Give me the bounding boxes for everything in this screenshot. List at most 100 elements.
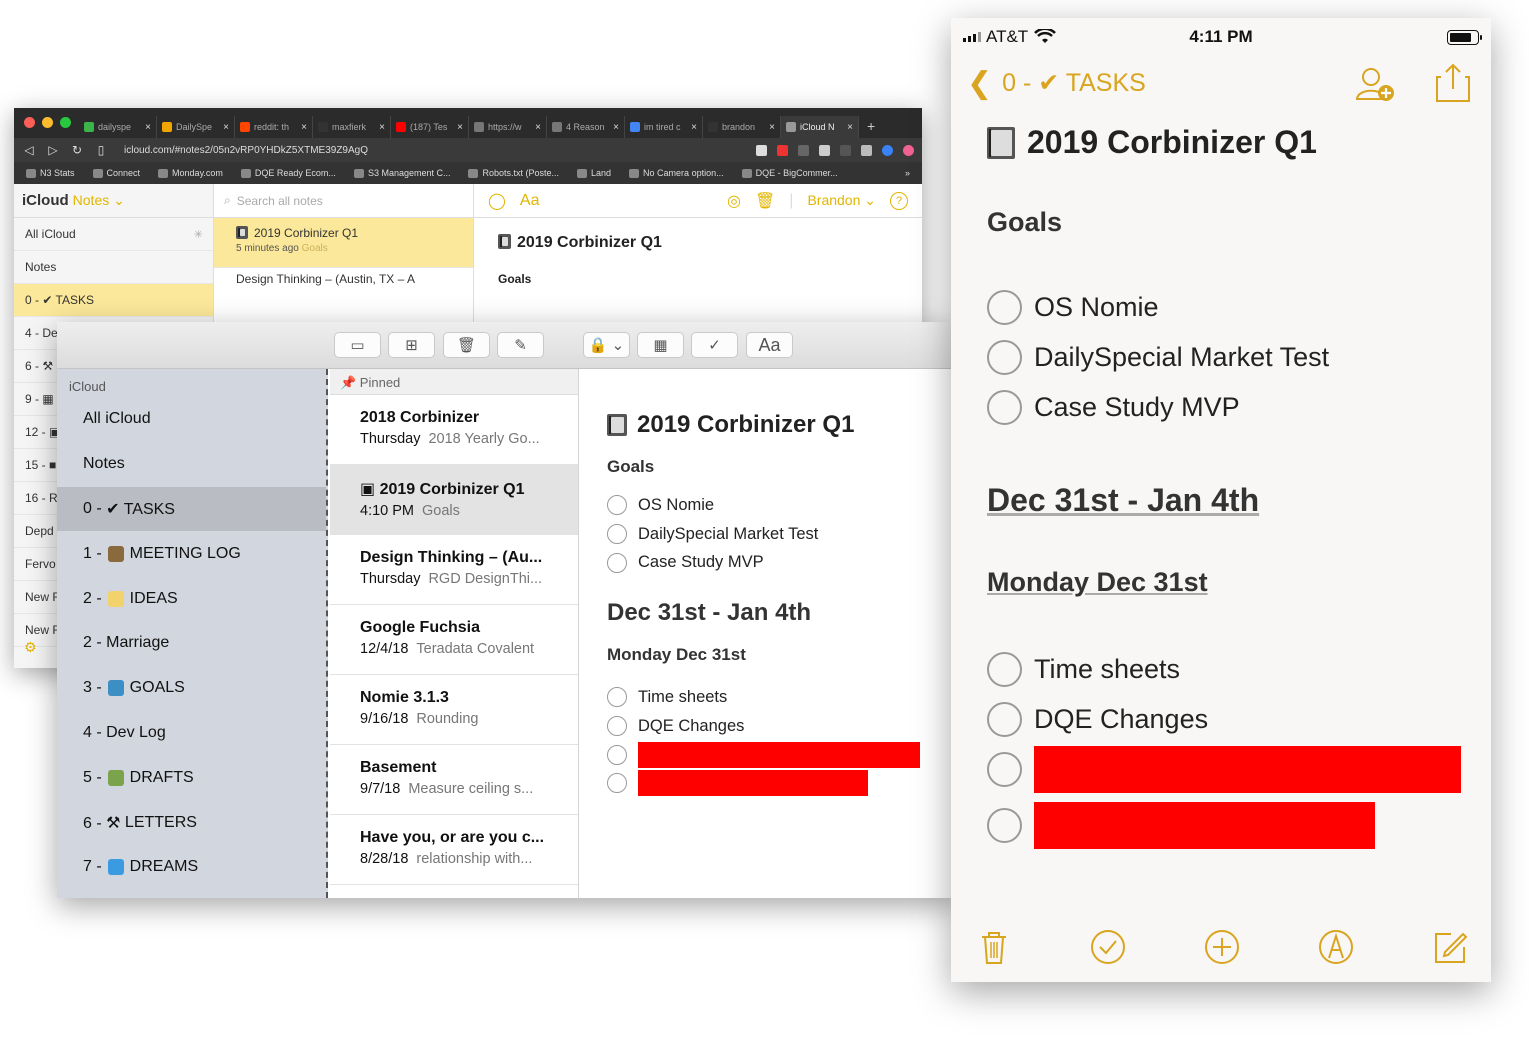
browser-tab[interactable]: maxfierk × <box>313 116 391 138</box>
forward-arrow-icon[interactable]: ▷ <box>46 143 60 157</box>
extension-icon[interactable] <box>798 144 809 156</box>
note-list-item[interactable]: ▣ 2019 Corbinizer Q1 4:10 PM Goals <box>330 465 578 535</box>
icloud-document[interactable]: 2019 Corbinizer Q1 Goals <box>474 218 922 302</box>
checklist-button[interactable]: ✓ <box>691 332 738 358</box>
checkbox-circle[interactable] <box>987 807 1022 843</box>
new-tab-button[interactable]: + <box>859 118 875 138</box>
gallery-view-button[interactable]: ⊞ <box>388 332 435 358</box>
checkbox-circle[interactable] <box>607 524 627 545</box>
format-button[interactable]: Aa <box>746 332 793 358</box>
chevron-icon[interactable] <box>861 144 872 156</box>
checkbox-circle[interactable] <box>607 552 627 573</box>
search-input[interactable]: Search all notes <box>237 194 323 208</box>
bookmark-item[interactable]: DQE - BigCommer... <box>741 168 838 178</box>
mac-note-editor[interactable]: 2019 Corbinizer Q1 Goals OS Nomie DailySp… <box>579 369 957 898</box>
sidebar-folder-item[interactable]: 4 - Dev Log <box>57 711 326 756</box>
close-tab-icon[interactable]: × <box>535 122 541 133</box>
minimize-window-button[interactable] <box>42 117 53 128</box>
lock-note-button[interactable]: 🔒 ⌄ <box>583 332 630 358</box>
new-note-button[interactable]: ✎ <box>497 332 544 358</box>
bookmark-item[interactable]: Connect <box>92 168 140 178</box>
icloud-folder-item[interactable]: 0 - ✔ TASKS <box>14 284 213 317</box>
checkbox-circle[interactable] <box>987 701 1022 737</box>
bookmark-item[interactable]: Robots.txt (Poste... <box>468 168 559 178</box>
sidebar-folder-item[interactable]: All iCloud <box>57 397 326 442</box>
sidebar-folder-item[interactable]: 2 - IDEAS <box>57 576 326 621</box>
icloud-note-item-selected[interactable]: 2019 Corbinizer Q1 5 minutes ago Goals <box>214 218 473 268</box>
sidebar-folder-item[interactable]: 2 - Marriage <box>57 621 326 666</box>
delete-note-button[interactable]: 🗑 <box>443 332 490 358</box>
compose-icon[interactable] <box>1431 928 1469 966</box>
close-tab-icon[interactable]: × <box>769 122 775 133</box>
browser-tab[interactable]: https://w × <box>469 116 547 138</box>
checkbox-circle[interactable] <box>607 495 627 516</box>
checkbox-circle[interactable] <box>607 716 627 737</box>
close-tab-icon[interactable]: × <box>379 122 385 133</box>
icloud-note-item[interactable]: Design Thinking – (Austin, TX – A <box>214 268 473 288</box>
checkbox-circle[interactable] <box>607 744 627 765</box>
add-people-icon[interactable] <box>1353 61 1397 105</box>
notes-app-menu[interactable]: Notes ⌄ <box>73 192 125 209</box>
back-to-folder-button[interactable]: 0 - ✔ TASKS <box>1002 68 1146 98</box>
close-tab-icon[interactable]: × <box>847 122 853 133</box>
bookmark-item[interactable]: DQE Ready Ecom... <box>240 168 336 178</box>
bookmark-icon[interactable]: ▯ <box>94 143 108 157</box>
back-arrow-icon[interactable]: ◁ <box>22 143 36 157</box>
bookmark-item[interactable]: Monday.com <box>158 168 223 178</box>
checkbox-circle[interactable] <box>987 289 1022 325</box>
browser-tab[interactable]: iCloud N × <box>781 116 859 138</box>
alert-icon[interactable] <box>777 144 788 156</box>
bookmark-item[interactable]: No Camera option... <box>629 168 724 178</box>
checklist-icon[interactable] <box>1089 928 1127 966</box>
icloud-folder-item[interactable]: All iCloud ✳ <box>14 218 213 251</box>
close-tab-icon[interactable]: × <box>457 122 463 133</box>
close-tab-icon[interactable]: × <box>145 122 151 133</box>
close-window-button[interactable] <box>24 117 35 128</box>
bookmark-item[interactable]: S3 Management C... <box>353 168 450 178</box>
close-tab-icon[interactable]: × <box>223 122 229 133</box>
add-icon[interactable] <box>1203 928 1241 966</box>
note-list-item[interactable]: Design Thinking – (Au... Thursday RGD Desi… <box>330 535 578 605</box>
table-button[interactable]: ▦ <box>637 332 684 358</box>
add-people-icon[interactable]: ◎ <box>727 191 741 211</box>
note-list-item[interactable]: Have you, or are you c... 8/28/18 relation… <box>330 815 578 885</box>
checkbox-circle[interactable] <box>987 651 1022 687</box>
sidebar-folder-item[interactable]: 6 - ⚒ LETTERS <box>57 800 326 845</box>
user-menu[interactable]: Brandon ⌄ <box>807 192 876 209</box>
shield-icon[interactable] <box>756 144 767 156</box>
checkbox-circle[interactable] <box>987 389 1022 425</box>
url-field[interactable]: icloud.com/#notes2/05n2vRP0YHDkZ5XTME39Z… <box>124 145 368 156</box>
note-list-item[interactable]: Nomie 3.1.3 9/16/18 Rounding <box>330 675 578 745</box>
icloud-folder-item[interactable]: Notes <box>14 251 213 284</box>
bookmarks-more-button[interactable]: » <box>905 168 910 178</box>
sidebar-folder-item[interactable]: 7 - DREAMS <box>57 845 326 890</box>
trash-icon[interactable] <box>975 928 1013 966</box>
sidebar-toggle-button[interactable]: ▭ <box>334 332 381 358</box>
profile-icon[interactable] <box>882 144 893 156</box>
browser-tab[interactable]: 4 Reason × <box>547 116 625 138</box>
gear-icon[interactable]: ⚙ <box>24 639 37 656</box>
reload-icon[interactable]: ↻ <box>70 143 84 157</box>
browser-tab[interactable]: (187) Tes × <box>391 116 469 138</box>
note-list-item[interactable]: Basement 9/7/18 Measure ceiling s... <box>330 745 578 815</box>
icloud-search[interactable]: ⌕ Search all notes <box>214 184 473 218</box>
checkbox-circle[interactable] <box>987 751 1022 787</box>
chat-icon[interactable] <box>819 144 830 156</box>
browser-tab[interactable]: dailyspe × <box>79 116 157 138</box>
browser-tab[interactable]: reddit: th × <box>235 116 313 138</box>
zoom-window-button[interactable] <box>60 117 71 128</box>
phone-note-body[interactable]: 2019 Corbinizer Q1 Goals OS Nomie DailySp… <box>951 110 1491 850</box>
close-tab-icon[interactable]: × <box>301 122 307 133</box>
sidebar-folder-item[interactable]: 1 - MEETING LOG <box>57 531 326 576</box>
close-tab-icon[interactable]: × <box>613 122 619 133</box>
checkbox-circle[interactable] <box>607 773 627 794</box>
share-icon[interactable] <box>1431 61 1475 105</box>
browser-tab[interactable]: DailySpe × <box>157 116 235 138</box>
bookmark-item[interactable]: Land <box>577 168 611 178</box>
sidebar-folder-item[interactable]: Notes <box>57 442 326 487</box>
note-list-item[interactable]: Google Fuchsia 12/4/18 Teradata Covalent <box>330 605 578 675</box>
checkbox-circle[interactable] <box>987 339 1022 375</box>
checklist-icon[interactable]: ◯ <box>488 191 506 211</box>
note-list-item[interactable]: 2018 Corbinizer Thursday 2018 Yearly Go... <box>330 395 578 465</box>
sidebar-folder-item[interactable]: 3 - GOALS <box>57 666 326 711</box>
